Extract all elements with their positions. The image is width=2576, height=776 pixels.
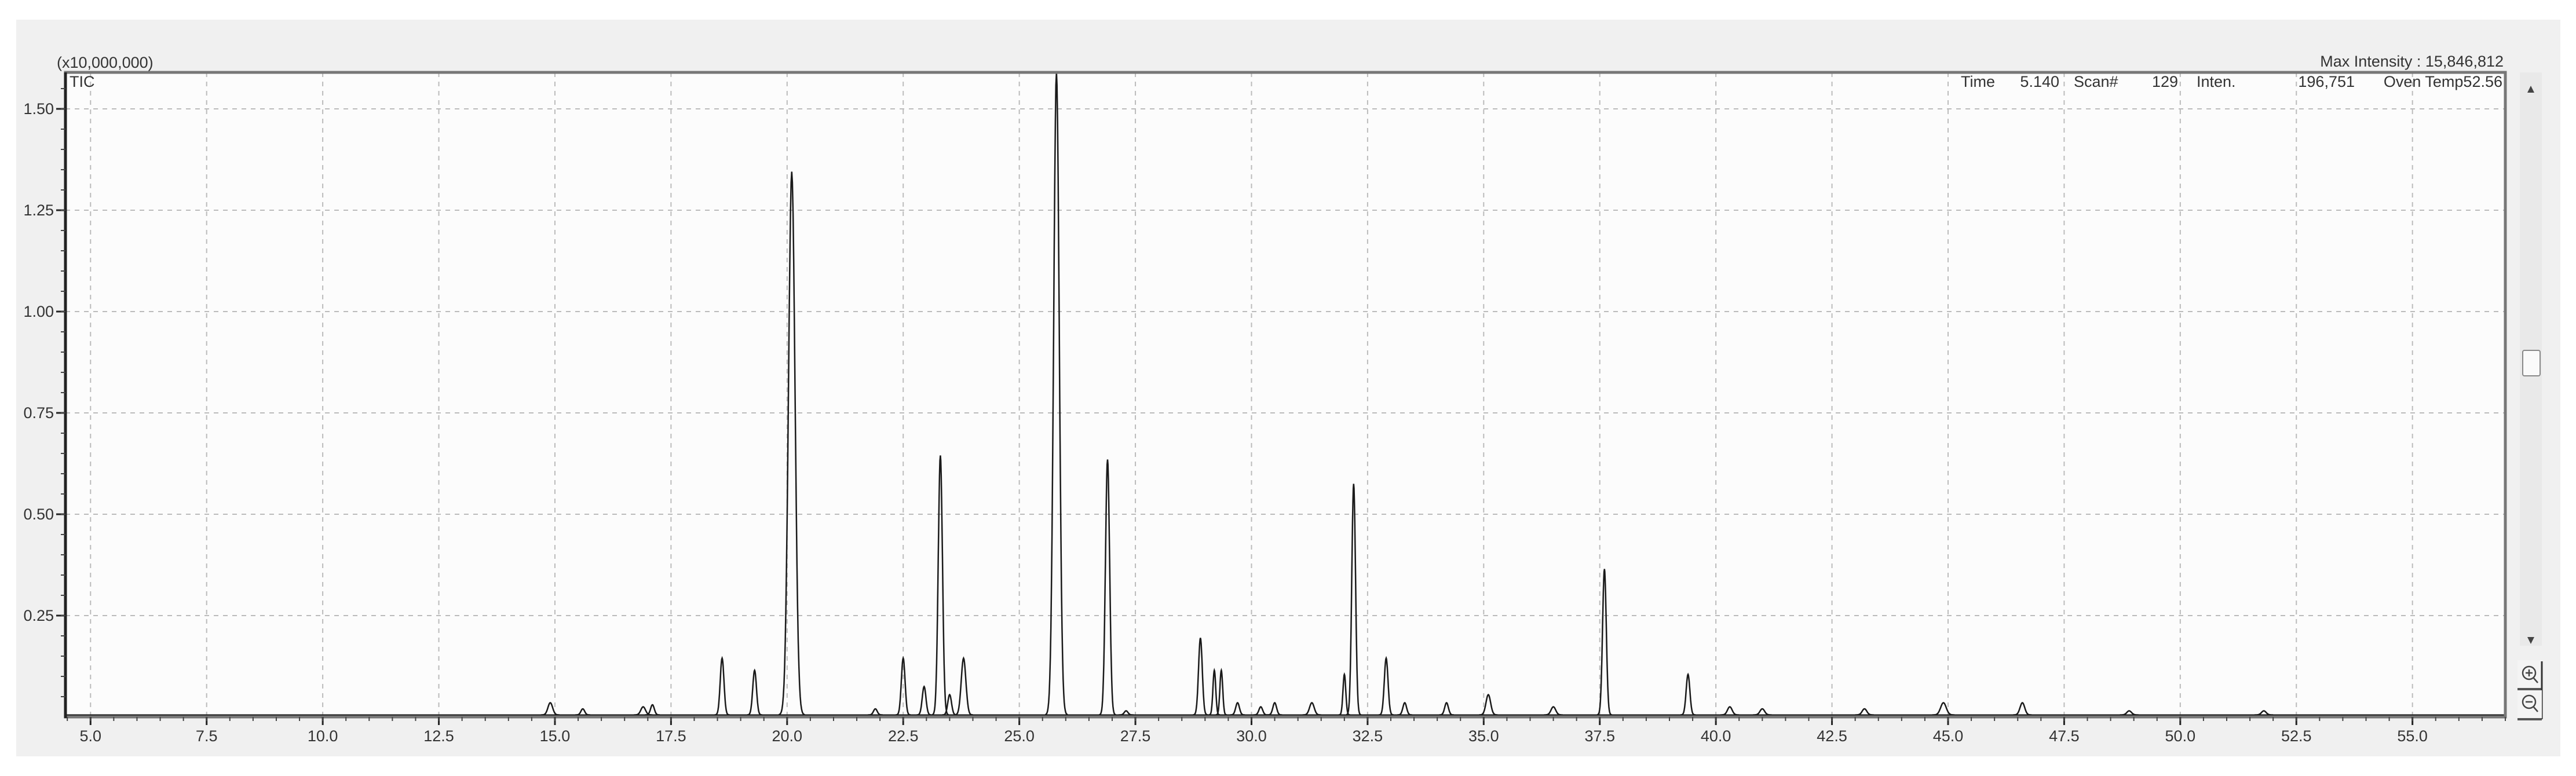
- time-label: Time: [1961, 73, 1995, 90]
- x-tick-label: 27.5: [1120, 727, 1151, 745]
- x-tick-label: 37.5: [1584, 727, 1615, 745]
- y-tick-label: 1.00: [23, 303, 54, 320]
- x-tick-label: 47.5: [2049, 727, 2080, 745]
- zoom-out-button[interactable]: [2517, 690, 2542, 720]
- x-tick-label: 25.0: [1004, 727, 1035, 745]
- x-tick-label: 17.5: [656, 727, 686, 745]
- x-tick-label: 32.5: [1353, 727, 1383, 745]
- scan-value: 129: [2152, 73, 2178, 90]
- x-tick-label: 55.0: [2397, 727, 2428, 745]
- x-tick-label: 35.0: [1468, 727, 1499, 745]
- x-tick-label: 15.0: [540, 727, 571, 745]
- inten-label: Inten.: [2197, 73, 2236, 90]
- x-tick-label: 10.0: [308, 727, 338, 745]
- cursor-readout: Time 5.140 Scan# 129 Inten. 196,751 Oven…: [1961, 73, 2502, 90]
- y-tick-label: 1.25: [23, 202, 54, 219]
- y-tick-label: 1.50: [23, 100, 54, 118]
- vertical-scrollbar[interactable]: [2520, 72, 2542, 646]
- x-tick-label: 42.5: [1817, 727, 1847, 745]
- x-tick-label: 20.0: [772, 727, 803, 745]
- y-scale-label: (x10,000,000): [57, 54, 154, 71]
- x-tick-label: 5.0: [80, 727, 102, 745]
- x-tick-label: 45.0: [1933, 727, 1964, 745]
- y-tick-label: 0.75: [23, 404, 54, 422]
- y-tick-label: 0.25: [23, 607, 54, 624]
- chromatogram-chart: 0.25 0.50 0.75 1.00 1.25 1.50 5.0 7.5 10.0 12.5 1…: [16, 20, 2560, 756]
- time-value: 5.140: [2020, 73, 2059, 90]
- oven-temp: Oven Temp52.56: [2384, 73, 2502, 90]
- trace-label: TIC: [70, 73, 95, 90]
- scan-label: Scan#: [2074, 73, 2118, 90]
- max-intensity: Max Intensity : 15,846,812: [2320, 53, 2504, 70]
- x-tick-label: 52.5: [2281, 727, 2312, 745]
- x-tick-label: 40.0: [1701, 727, 1731, 745]
- inten-value: 196,751: [2298, 73, 2355, 90]
- plot-area[interactable]: [65, 72, 2505, 717]
- x-tick-label: 12.5: [423, 727, 454, 745]
- x-tick-label: 50.0: [2165, 727, 2196, 745]
- y-tick-label: 0.50: [23, 506, 54, 523]
- x-tick-label: 30.0: [1236, 727, 1267, 745]
- scrollbar-thumb[interactable]: [2522, 350, 2541, 376]
- x-tick-label: 22.5: [888, 727, 919, 745]
- x-tick-label: 7.5: [196, 727, 218, 745]
